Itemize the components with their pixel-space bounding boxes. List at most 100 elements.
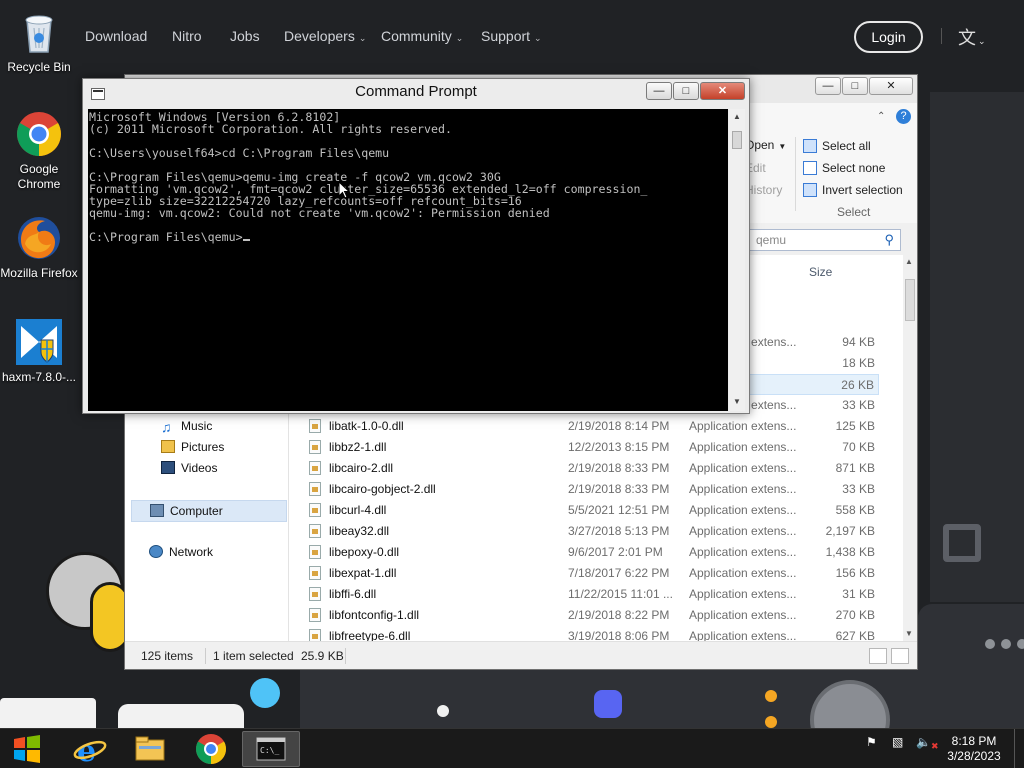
nav-community-link[interactable]: Community ⌄ <box>381 28 463 44</box>
console-scrollbar[interactable]: ▲ ▼ <box>729 109 745 411</box>
large-icons-view-button[interactable] <box>891 648 909 664</box>
clock-date: 3/28/2023 <box>947 749 1001 763</box>
nav-support-link[interactable]: Support ⌄ <box>481 28 542 44</box>
desktop-icon-recycle-bin[interactable]: Recycle Bin <box>0 8 78 75</box>
nav-item-computer[interactable]: Computer <box>131 500 287 522</box>
nav-nitro-link[interactable]: Nitro <box>172 28 202 44</box>
chevron-down-icon: ⌄ <box>978 36 986 46</box>
status-separator <box>205 648 206 664</box>
table-row[interactable]: libepoxy-0.dll 9/6/2017 2:01 PM Applicatio… <box>289 542 879 563</box>
select-none-label: Select none <box>822 161 886 175</box>
language-button[interactable]: 文 ⌄ <box>958 24 986 50</box>
table-row[interactable]: libcairo-2.dll 2/19/2018 8:33 PM Applicati… <box>289 458 879 479</box>
select-none-icon <box>803 161 817 175</box>
scroll-up-arrow-icon[interactable]: ▲ <box>905 257 913 266</box>
clock[interactable]: 8:18 PM 3/28/2023 <box>940 734 1008 764</box>
show-desktop-button[interactable] <box>1014 729 1024 768</box>
minimize-button[interactable]: — <box>815 77 841 95</box>
nav-item-label: Videos <box>181 461 218 475</box>
taskbar-file-explorer[interactable] <box>121 731 179 767</box>
close-button[interactable]: ✕ <box>869 77 913 95</box>
command-prompt-icon: C:\_ <box>256 737 286 761</box>
login-button[interactable]: Login <box>854 21 923 53</box>
dot-decoration <box>1017 639 1024 649</box>
scroll-down-arrow-icon[interactable]: ▼ <box>905 629 913 638</box>
help-icon[interactable]: ? <box>896 109 911 124</box>
file-list-scrollbar[interactable]: ▲ ▼ <box>903 255 917 641</box>
maximize-button[interactable]: □ <box>673 82 699 100</box>
nav-item-videos[interactable]: Videos <box>161 461 217 475</box>
file-name: libcurl-4.dll <box>329 503 387 517</box>
invert-selection-label: Invert selection <box>822 183 903 197</box>
nav-developers-link[interactable]: Developers ⌄ <box>284 28 366 44</box>
table-row[interactable]: libatk-1.0-0.dll 2/19/2018 8:14 PM Applica… <box>289 416 879 437</box>
file-type: Application extens... <box>689 524 797 538</box>
open-button[interactable]: Open ▼ <box>745 138 786 152</box>
nav-support-label: Support <box>481 28 531 44</box>
table-row[interactable]: libcurl-4.dll 5/5/2021 12:51 PM Applicatio… <box>289 500 879 521</box>
table-row[interactable]: libffi-6.dll 11/22/2015 11:01 ... Applicat… <box>289 584 879 605</box>
select-none-button[interactable]: Select none <box>803 161 885 175</box>
table-row[interactable]: libcairo-gobject-2.dll 2/19/2018 8:33 PM A… <box>289 479 879 500</box>
dll-file-icon <box>309 440 321 454</box>
table-row[interactable]: libexpat-1.dll 7/18/2017 6:22 PM Applicati… <box>289 563 879 584</box>
file-size: 33 KB <box>842 398 875 412</box>
taskbar-chrome[interactable] <box>182 731 240 767</box>
select-all-button[interactable]: Select all <box>803 139 871 153</box>
action-center-flag-icon[interactable]: ⚑ <box>866 735 877 749</box>
nav-item-music[interactable]: ♫ Music <box>161 419 212 435</box>
pictures-icon <box>161 440 175 453</box>
table-row[interactable]: libfontconfig-1.dll 2/19/2018 8:22 PM Appl… <box>289 605 879 626</box>
details-view-button[interactable] <box>869 648 887 664</box>
file-size: 31 KB <box>842 587 875 601</box>
close-button[interactable]: ✕ <box>700 82 745 100</box>
scrollbar-thumb[interactable] <box>732 131 742 149</box>
nav-community-label: Community <box>381 28 452 44</box>
table-row[interactable]: libbz2-1.dll 12/2/2013 8:15 PM Application… <box>289 437 879 458</box>
column-header-size[interactable]: Size <box>809 265 832 279</box>
file-type: Application extens... <box>689 566 797 580</box>
history-button[interactable]: History <box>745 183 782 197</box>
nav-item-pictures[interactable]: Pictures <box>161 440 224 454</box>
desktop-icon-haxm[interactable]: haxm-7.8.0-... <box>0 318 78 385</box>
desktop-icon-chrome[interactable]: Google Chrome <box>0 110 78 192</box>
volume-muted-icon[interactable]: 🔈✖ <box>916 735 939 752</box>
recycle-bin-icon <box>15 8 63 56</box>
console-output[interactable]: Microsoft Windows [Version 6.2.8102] (c)… <box>88 109 728 411</box>
chevron-down-icon: ⌄ <box>358 33 367 43</box>
blue-circle-decoration <box>250 678 280 708</box>
desktop-icon-label: Recycle Bin <box>7 60 71 74</box>
file-date: 5/5/2021 12:51 PM <box>568 503 670 517</box>
search-input[interactable]: qemu ⚲ <box>749 229 901 251</box>
nav-item-network[interactable]: Network <box>149 545 213 559</box>
collapse-ribbon-icon[interactable]: ⌃ <box>877 111 885 122</box>
network-status-icon[interactable]: ▧ <box>892 735 903 749</box>
command-prompt-window[interactable]: Command Prompt — □ ✕ Microsoft Windows [… <box>82 78 750 414</box>
maximize-button[interactable]: □ <box>842 77 868 95</box>
chevron-down-icon: ⌄ <box>534 33 542 43</box>
dll-file-icon <box>309 482 321 496</box>
file-type: Application extens... <box>689 587 797 601</box>
desktop-icon-label: Google Chrome <box>17 162 61 191</box>
clock-time: 8:18 PM <box>951 734 997 748</box>
nav-download-link[interactable]: Download <box>85 28 147 44</box>
chevron-down-icon: ⌄ <box>455 33 464 43</box>
text-cursor <box>242 239 250 241</box>
file-date: 2/19/2018 8:33 PM <box>568 461 670 475</box>
invert-selection-button[interactable]: Invert selection <box>803 183 903 197</box>
white-card-decoration <box>0 698 96 728</box>
desktop-icon-firefox[interactable]: Mozilla Firefox <box>0 214 78 281</box>
file-date: 2/19/2018 8:22 PM <box>568 608 670 622</box>
scroll-up-arrow-icon[interactable]: ▲ <box>733 112 741 121</box>
status-separator <box>345 648 346 664</box>
scrollbar-thumb[interactable] <box>905 279 915 321</box>
taskbar-command-prompt[interactable]: C:\_ <box>242 731 300 767</box>
scroll-down-arrow-icon[interactable]: ▼ <box>733 397 741 406</box>
file-name: libatk-1.0-0.dll <box>329 419 404 433</box>
dll-file-icon <box>309 545 321 559</box>
start-button[interactable] <box>10 733 44 765</box>
taskbar-internet-explorer[interactable]: e <box>61 731 119 768</box>
minimize-button[interactable]: — <box>646 82 672 100</box>
nav-jobs-link[interactable]: Jobs <box>230 28 260 44</box>
table-row[interactable]: libeay32.dll 3/27/2018 5:13 PM Application… <box>289 521 879 542</box>
